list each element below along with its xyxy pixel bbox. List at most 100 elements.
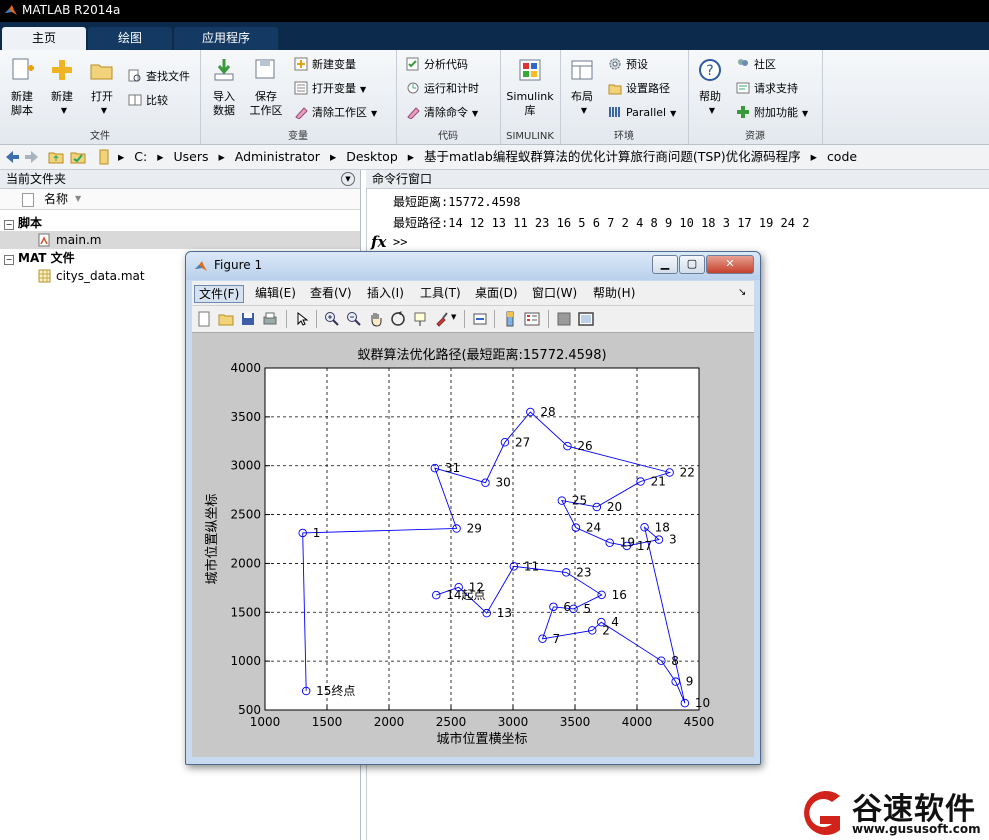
menu-file[interactable]: 文件(F)	[194, 285, 245, 303]
menu-help[interactable]: 帮助(H)	[593, 285, 635, 301]
tab-apps[interactable]: 应用程序	[174, 27, 278, 50]
route-plot[interactable]: 1000 1500 2000 2500 3000 3500 4000 450050010001…	[192, 333, 754, 757]
gear-icon	[609, 58, 621, 70]
addons-button[interactable]: 附加功能 ▼	[736, 104, 808, 122]
analyze-code-button[interactable]: 分析代码	[406, 56, 468, 74]
new-button[interactable]: 新建 ▼	[44, 56, 80, 118]
function-browser-icon[interactable]: fx	[371, 233, 386, 251]
breadcrumb-desktop[interactable]: Desktop	[346, 149, 398, 164]
minimize-button[interactable]: ▁	[652, 255, 678, 274]
parallel-button[interactable]: Parallel ▼	[608, 104, 676, 122]
app-title: MATLAB R2014a	[22, 3, 121, 17]
city-label: 14起点	[446, 588, 485, 602]
set-path-button[interactable]: 设置路径	[608, 80, 670, 98]
menu-window[interactable]: 窗口(W)	[532, 285, 577, 301]
city-label: 16	[612, 588, 627, 602]
new-figure-icon[interactable]	[196, 311, 212, 327]
save-workspace-button[interactable]: 保存 工作区	[246, 56, 286, 118]
figure-title-bar[interactable]: Figure 1 ▁ ▢ ✕	[186, 252, 760, 280]
new-variable-button[interactable]: 新建变量	[294, 56, 356, 74]
save-figure-icon[interactable]	[240, 311, 256, 327]
city-label: 29	[467, 522, 482, 536]
open-file-icon[interactable]	[218, 311, 234, 327]
maximize-button[interactable]: ▢	[679, 255, 705, 274]
command-window-header: 命令行窗口	[366, 170, 989, 189]
file-citys-data-label: citys_data.mat	[56, 269, 145, 283]
new-script-icon	[12, 58, 34, 80]
breadcrumb-drive[interactable]: C:	[134, 149, 147, 164]
brush-icon[interactable]	[434, 311, 450, 327]
save-workspace-icon	[255, 59, 275, 79]
menu-edit[interactable]: 编辑(E)	[255, 285, 296, 301]
figure-title: Figure 1	[214, 258, 263, 272]
breadcrumb: ▸ C: ▸ Users ▸ Administrator ▸ Desktop ▸…	[118, 145, 863, 169]
collapse-icon[interactable]: −	[4, 220, 14, 230]
city-label: 9	[686, 675, 694, 689]
menu-view[interactable]: 查看(V)	[310, 285, 352, 301]
pan-hand-icon[interactable]	[368, 311, 384, 327]
mat-file-icon	[38, 269, 51, 288]
import-data-button[interactable]: 导入 数据	[206, 56, 242, 118]
compare-button[interactable]: 比较	[128, 92, 168, 110]
column-name[interactable]: 名称	[44, 189, 68, 209]
file-main-m[interactable]: main.m	[0, 231, 360, 249]
rotate-3d-icon[interactable]	[390, 311, 406, 327]
breadcrumb-code[interactable]: code	[827, 149, 857, 164]
ribbon-section-resources: ? 帮助 ▼ 社区 请求支持 附加功能 ▼ 资源	[688, 50, 823, 144]
preferences-button[interactable]: 预设	[608, 56, 648, 74]
menu-desktop[interactable]: 桌面(D)	[475, 285, 518, 301]
dock-arrow-icon[interactable]: ↘	[738, 285, 746, 301]
section-label-file: 文件	[90, 131, 110, 142]
save-label-1: 保存	[255, 90, 277, 103]
collapse-icon[interactable]: −	[4, 255, 14, 265]
simulink-library-button[interactable]: Simulink 库	[502, 56, 558, 118]
parallel-icon	[609, 107, 620, 117]
run-and-time-label: 运行和计时	[424, 82, 479, 95]
panel-actions-icon[interactable]: ▼	[341, 172, 355, 186]
tab-home[interactable]: 主页	[2, 27, 86, 50]
request-support-button[interactable]: 请求支持	[736, 80, 798, 98]
colorbar-icon[interactable]	[502, 311, 518, 327]
city-label: 13	[497, 606, 512, 620]
breadcrumb-sep: ▸	[407, 149, 415, 164]
city-label: 19	[620, 536, 635, 550]
run-and-time-button[interactable]: 运行和计时	[406, 80, 479, 98]
zoom-out-icon[interactable]	[346, 311, 362, 327]
compare-label: 比较	[146, 94, 168, 107]
clear-commands-button[interactable]: 清除命令 ▼	[406, 104, 478, 122]
tab-plots[interactable]: 绘图	[88, 27, 172, 50]
new-script-button[interactable]: 新建 脚本	[4, 56, 40, 118]
y-tick-label: 500	[238, 703, 261, 717]
open-button[interactable]: 打开 ▼	[84, 56, 120, 118]
layout-button[interactable]: 布局 ▼	[564, 56, 600, 118]
menu-tools[interactable]: 工具(T)	[420, 285, 461, 301]
data-cursor-icon[interactable]	[412, 311, 428, 327]
print-figure-icon[interactable]	[262, 311, 278, 327]
show-plot-tools-icon[interactable]	[578, 311, 594, 327]
help-button[interactable]: ? 帮助 ▼	[692, 56, 728, 118]
figure-window[interactable]: Figure 1 ▁ ▢ ✕ 文件(F) 编辑(E) 查看(V) 插入(I) 工…	[185, 251, 761, 765]
community-button[interactable]: 社区	[736, 56, 776, 74]
breadcrumb-users[interactable]: Users	[173, 149, 208, 164]
link-plot-icon[interactable]	[472, 311, 488, 327]
city-label: 6	[563, 600, 571, 614]
hide-plot-tools-icon[interactable]	[556, 311, 572, 327]
clear-workspace-button[interactable]: 清除工作区 ▼	[294, 104, 377, 122]
breadcrumb-administrator[interactable]: Administrator	[235, 149, 320, 164]
new-dropdown-icon: ▼	[60, 106, 68, 115]
brush-dropdown-icon[interactable]: ▼	[451, 313, 456, 321]
edit-plot-arrow-icon[interactable]	[294, 311, 310, 327]
open-variable-button[interactable]: 打开变量 ▼	[294, 80, 366, 98]
find-files-button[interactable]: 查找文件	[128, 68, 190, 86]
figure-canvas[interactable]: 1000 1500 2000 2500 3000 3500 4000 4500 500 1000 1…	[192, 333, 754, 757]
breadcrumb-project[interactable]: 基于matlab编程蚁群算法的优化计算旅行商问题(TSP)优化源码程序	[424, 149, 801, 164]
menu-insert[interactable]: 插入(I)	[367, 285, 404, 301]
close-button[interactable]: ✕	[706, 255, 754, 274]
city-label: 5	[584, 602, 592, 616]
command-window-title: 命令行窗口	[372, 172, 433, 186]
legend-icon[interactable]	[524, 311, 540, 327]
group-scripts[interactable]: − 脚本	[0, 214, 360, 232]
zoom-in-icon[interactable]	[324, 311, 340, 327]
x-tick-label: 4000	[622, 715, 653, 729]
section-label-environment: 环境	[614, 131, 634, 142]
